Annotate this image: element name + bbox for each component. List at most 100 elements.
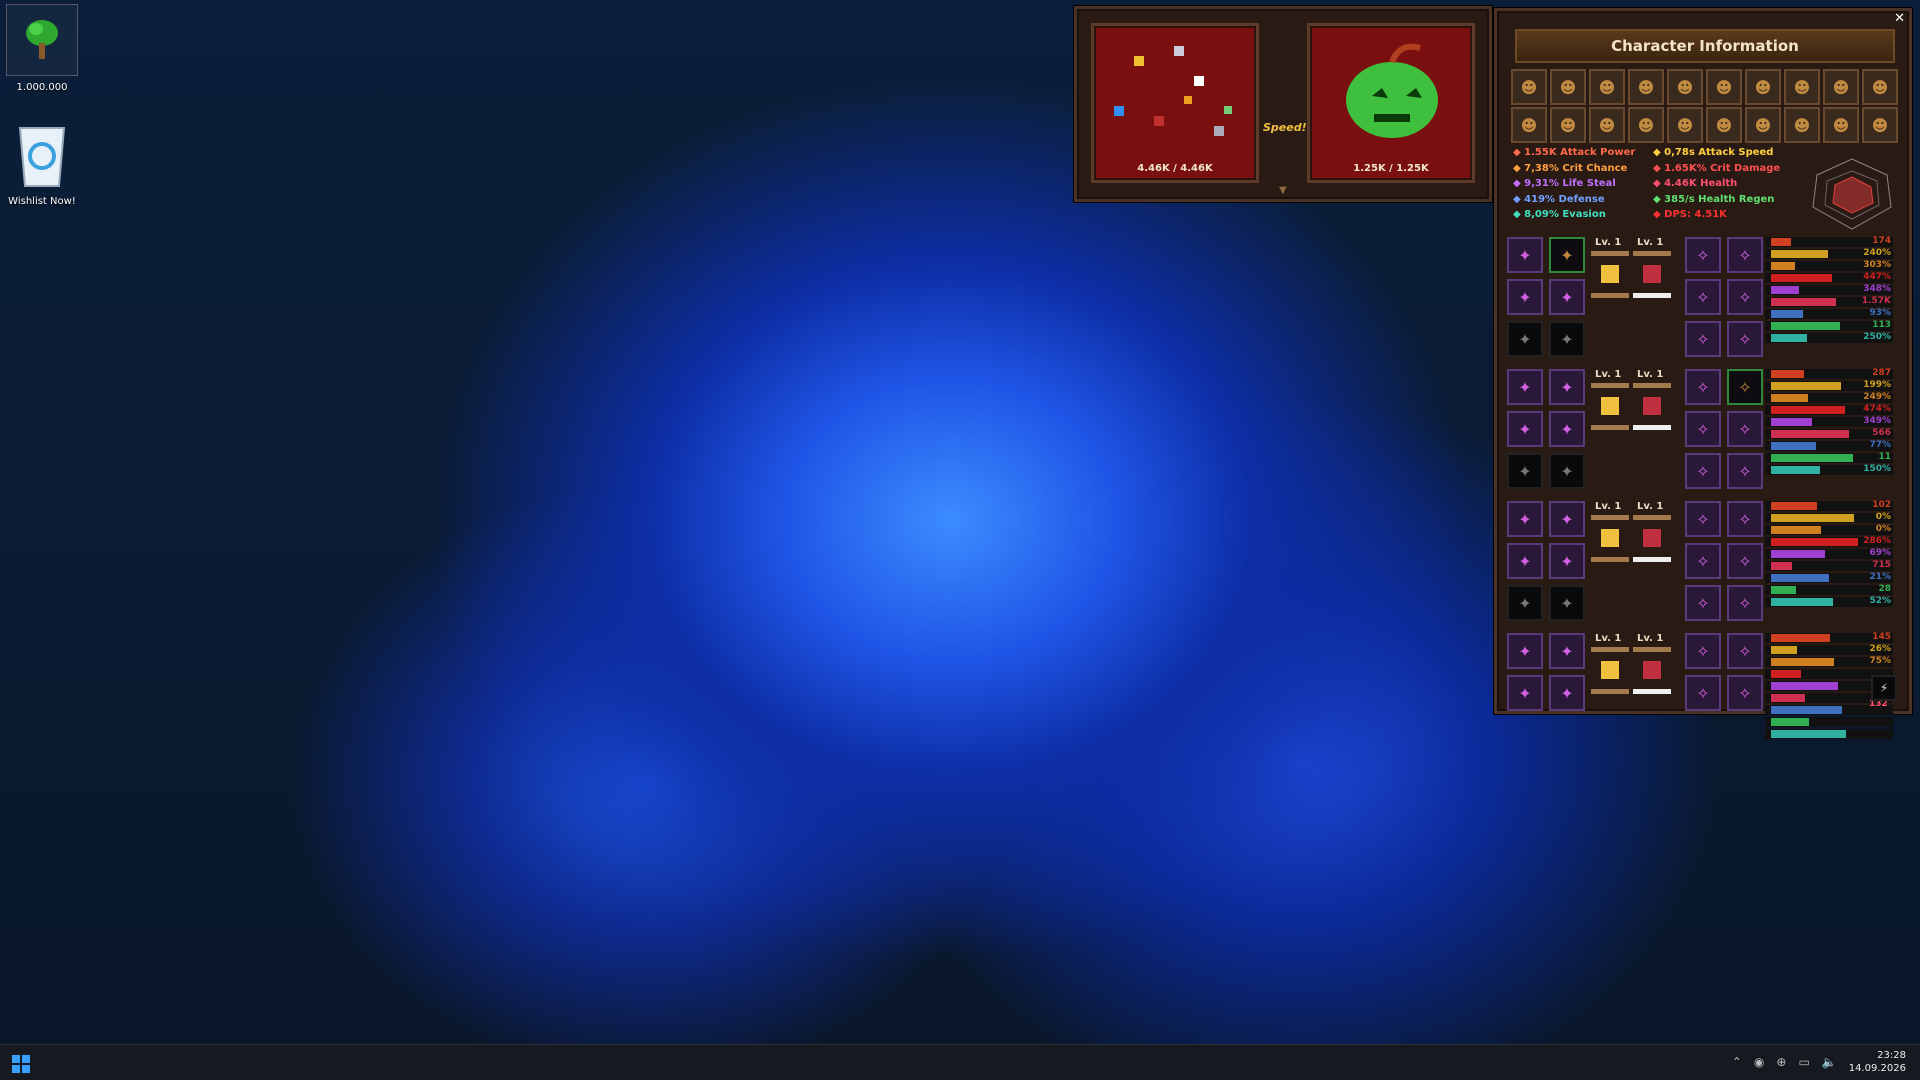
equipment-slot[interactable]: ✦ xyxy=(1507,279,1543,315)
equipment-slot[interactable]: ✧ xyxy=(1685,453,1721,489)
equipment-slot[interactable]: ✦ xyxy=(1549,633,1585,669)
equipment-slot[interactable]: ✧ xyxy=(1685,633,1721,669)
hero-portrait-slot[interactable]: ☻ xyxy=(1550,69,1586,105)
equipment-slot[interactable]: ✧ xyxy=(1685,237,1721,273)
stat-bar: 93% xyxy=(1765,308,1893,319)
hero-portrait-slot[interactable]: ☻ xyxy=(1550,107,1586,143)
display-icon[interactable]: ▭ xyxy=(1798,1055,1809,1069)
hero-sprite-icon[interactable] xyxy=(1601,397,1619,415)
equipment-slot[interactable]: ✦ xyxy=(1549,237,1585,273)
stat-evasion: ◆ 8,09% Evasion xyxy=(1513,209,1606,220)
hero-sprite-icon[interactable] xyxy=(1643,529,1661,547)
start-button[interactable] xyxy=(12,1055,30,1073)
equipment-slot[interactable]: ✧ xyxy=(1727,237,1763,273)
equipment-slot[interactable]: ✦ xyxy=(1507,369,1543,405)
equipment-slot[interactable]: ✦ xyxy=(1507,237,1543,273)
hero-portrait-slot[interactable]: ☻ xyxy=(1667,107,1703,143)
stat-bar-value: 174 xyxy=(1872,236,1891,246)
hero-portrait-slot[interactable]: ☻ xyxy=(1706,107,1742,143)
equipment-slot[interactable]: ✧ xyxy=(1727,585,1763,621)
battle-panel[interactable]: 4.46K / 4.46K xyxy=(1091,23,1259,183)
hero-portrait-slot[interactable]: ☻ xyxy=(1589,69,1625,105)
equipment-slot[interactable]: ✦ xyxy=(1507,501,1543,537)
equipment-slot[interactable]: ✧ xyxy=(1727,453,1763,489)
equipment-slot[interactable]: ✧ xyxy=(1727,501,1763,537)
hero-portrait-slot[interactable]: ☻ xyxy=(1628,107,1664,143)
steam-icon[interactable]: ◉ xyxy=(1754,1055,1764,1069)
hero-portrait-slot[interactable]: ☻ xyxy=(1862,107,1898,143)
equipment-slot[interactable]: ✧ xyxy=(1727,279,1763,315)
speed-label: Speed! xyxy=(1263,121,1307,134)
equipment-slot[interactable]: ✧ xyxy=(1727,369,1763,405)
equipment-slot[interactable]: ✧ xyxy=(1685,279,1721,315)
stat-bars: 174 240% 303% 447% 348% 1.57K 93% 113 250% xyxy=(1765,236,1893,345)
equipment-slot[interactable]: ✧ xyxy=(1727,633,1763,669)
equipment-slot[interactable]: ✦ xyxy=(1507,585,1543,621)
clock[interactable]: 23:28 14.09.2026 xyxy=(1849,1049,1906,1075)
equipment-slot[interactable]: ✧ xyxy=(1685,543,1721,579)
hero-sprite-icon[interactable] xyxy=(1643,397,1661,415)
hero-sprite-icon[interactable] xyxy=(1601,661,1619,679)
equipment-slot[interactable]: ✦ xyxy=(1549,453,1585,489)
equipment-slot[interactable]: ✦ xyxy=(1549,501,1585,537)
network-icon[interactable]: ⊕ xyxy=(1776,1055,1786,1069)
stat-sword: ◆ 1.55K Attack Power xyxy=(1513,147,1636,158)
hero-portrait-slot[interactable]: ☻ xyxy=(1823,69,1859,105)
health-bar xyxy=(1591,689,1629,694)
level-label: Lv. 1 xyxy=(1637,237,1664,248)
hero-sprite-icon[interactable] xyxy=(1601,529,1619,547)
hero-sprite-icon[interactable] xyxy=(1643,265,1661,283)
stat-bar: 348% xyxy=(1765,284,1893,295)
equipment-slot[interactable]: ✦ xyxy=(1507,543,1543,579)
clock-date: 14.09.2026 xyxy=(1848,1063,1906,1074)
hero-portrait-slot[interactable]: ☻ xyxy=(1706,69,1742,105)
chevron-up-icon[interactable]: ⌃ xyxy=(1732,1055,1742,1069)
equipment-slot[interactable]: ✦ xyxy=(1507,453,1543,489)
equipment-slot[interactable]: ✧ xyxy=(1685,411,1721,447)
equipment-slot[interactable]: ✦ xyxy=(1507,411,1543,447)
equipment-slot[interactable]: ✧ xyxy=(1685,585,1721,621)
equipment-slot[interactable]: ✧ xyxy=(1685,675,1721,711)
equipment-slot[interactable]: ✧ xyxy=(1727,543,1763,579)
equipment-slot[interactable]: ✧ xyxy=(1727,321,1763,357)
hero-portrait-slot[interactable]: ☻ xyxy=(1511,69,1547,105)
hero-portrait-slot[interactable]: ☻ xyxy=(1784,69,1820,105)
stat-bar: 113 xyxy=(1765,320,1893,331)
equipment-slot[interactable]: ✦ xyxy=(1549,321,1585,357)
hero-portrait-slot[interactable]: ☻ xyxy=(1745,69,1781,105)
hero-portrait-slot[interactable]: ☻ xyxy=(1784,107,1820,143)
equipment-slot[interactable]: ✦ xyxy=(1549,543,1585,579)
hero-portrait-slot[interactable]: ☻ xyxy=(1745,107,1781,143)
equipment-slot[interactable]: ✧ xyxy=(1685,321,1721,357)
expand-toggle[interactable]: ▼ xyxy=(1279,185,1287,196)
equipment-slot[interactable]: ✦ xyxy=(1549,585,1585,621)
hero-sprite-icon[interactable] xyxy=(1601,265,1619,283)
hero-portrait-slot[interactable]: ☻ xyxy=(1823,107,1859,143)
equipment-slot[interactable]: ✦ xyxy=(1507,321,1543,357)
equipment-slot[interactable]: ✧ xyxy=(1685,369,1721,405)
desktop-icon-recycle-bin[interactable]: Wishlist Now! xyxy=(2,120,82,207)
equipment-slot[interactable]: ✦ xyxy=(1507,633,1543,669)
equipment-slot[interactable]: ✦ xyxy=(1549,369,1585,405)
close-button[interactable]: ✕ xyxy=(1894,11,1905,26)
hero-sprite-icon[interactable] xyxy=(1643,661,1661,679)
stat-drop: ◆ 9,31% Life Steal xyxy=(1513,178,1616,189)
hero-portrait-slot[interactable]: ☻ xyxy=(1628,69,1664,105)
boss-panel[interactable]: 1.25K / 1.25K xyxy=(1307,23,1475,183)
lightning-button[interactable]: ⚡ xyxy=(1871,675,1897,701)
equipment-slot[interactable]: ✧ xyxy=(1727,675,1763,711)
hero-portrait-slot[interactable]: ☻ xyxy=(1511,107,1547,143)
desktop-icon-tree[interactable]: 1.000.000 xyxy=(2,4,82,93)
equipment-slot[interactable]: ✧ xyxy=(1727,411,1763,447)
hero-portrait-slot[interactable]: ☻ xyxy=(1667,69,1703,105)
hero-portrait-slot[interactable]: ☻ xyxy=(1862,69,1898,105)
stat-bar: 11 xyxy=(1765,452,1893,463)
equipment-slot[interactable]: ✦ xyxy=(1549,279,1585,315)
equipment-slot[interactable]: ✦ xyxy=(1549,675,1585,711)
hero-portrait-slot[interactable]: ☻ xyxy=(1589,107,1625,143)
stat-bar-value: 0% xyxy=(1875,512,1891,522)
equipment-slot[interactable]: ✦ xyxy=(1507,675,1543,711)
volume-icon[interactable]: 🔈 xyxy=(1822,1055,1837,1069)
equipment-slot[interactable]: ✦ xyxy=(1549,411,1585,447)
equipment-slot[interactable]: ✧ xyxy=(1685,501,1721,537)
